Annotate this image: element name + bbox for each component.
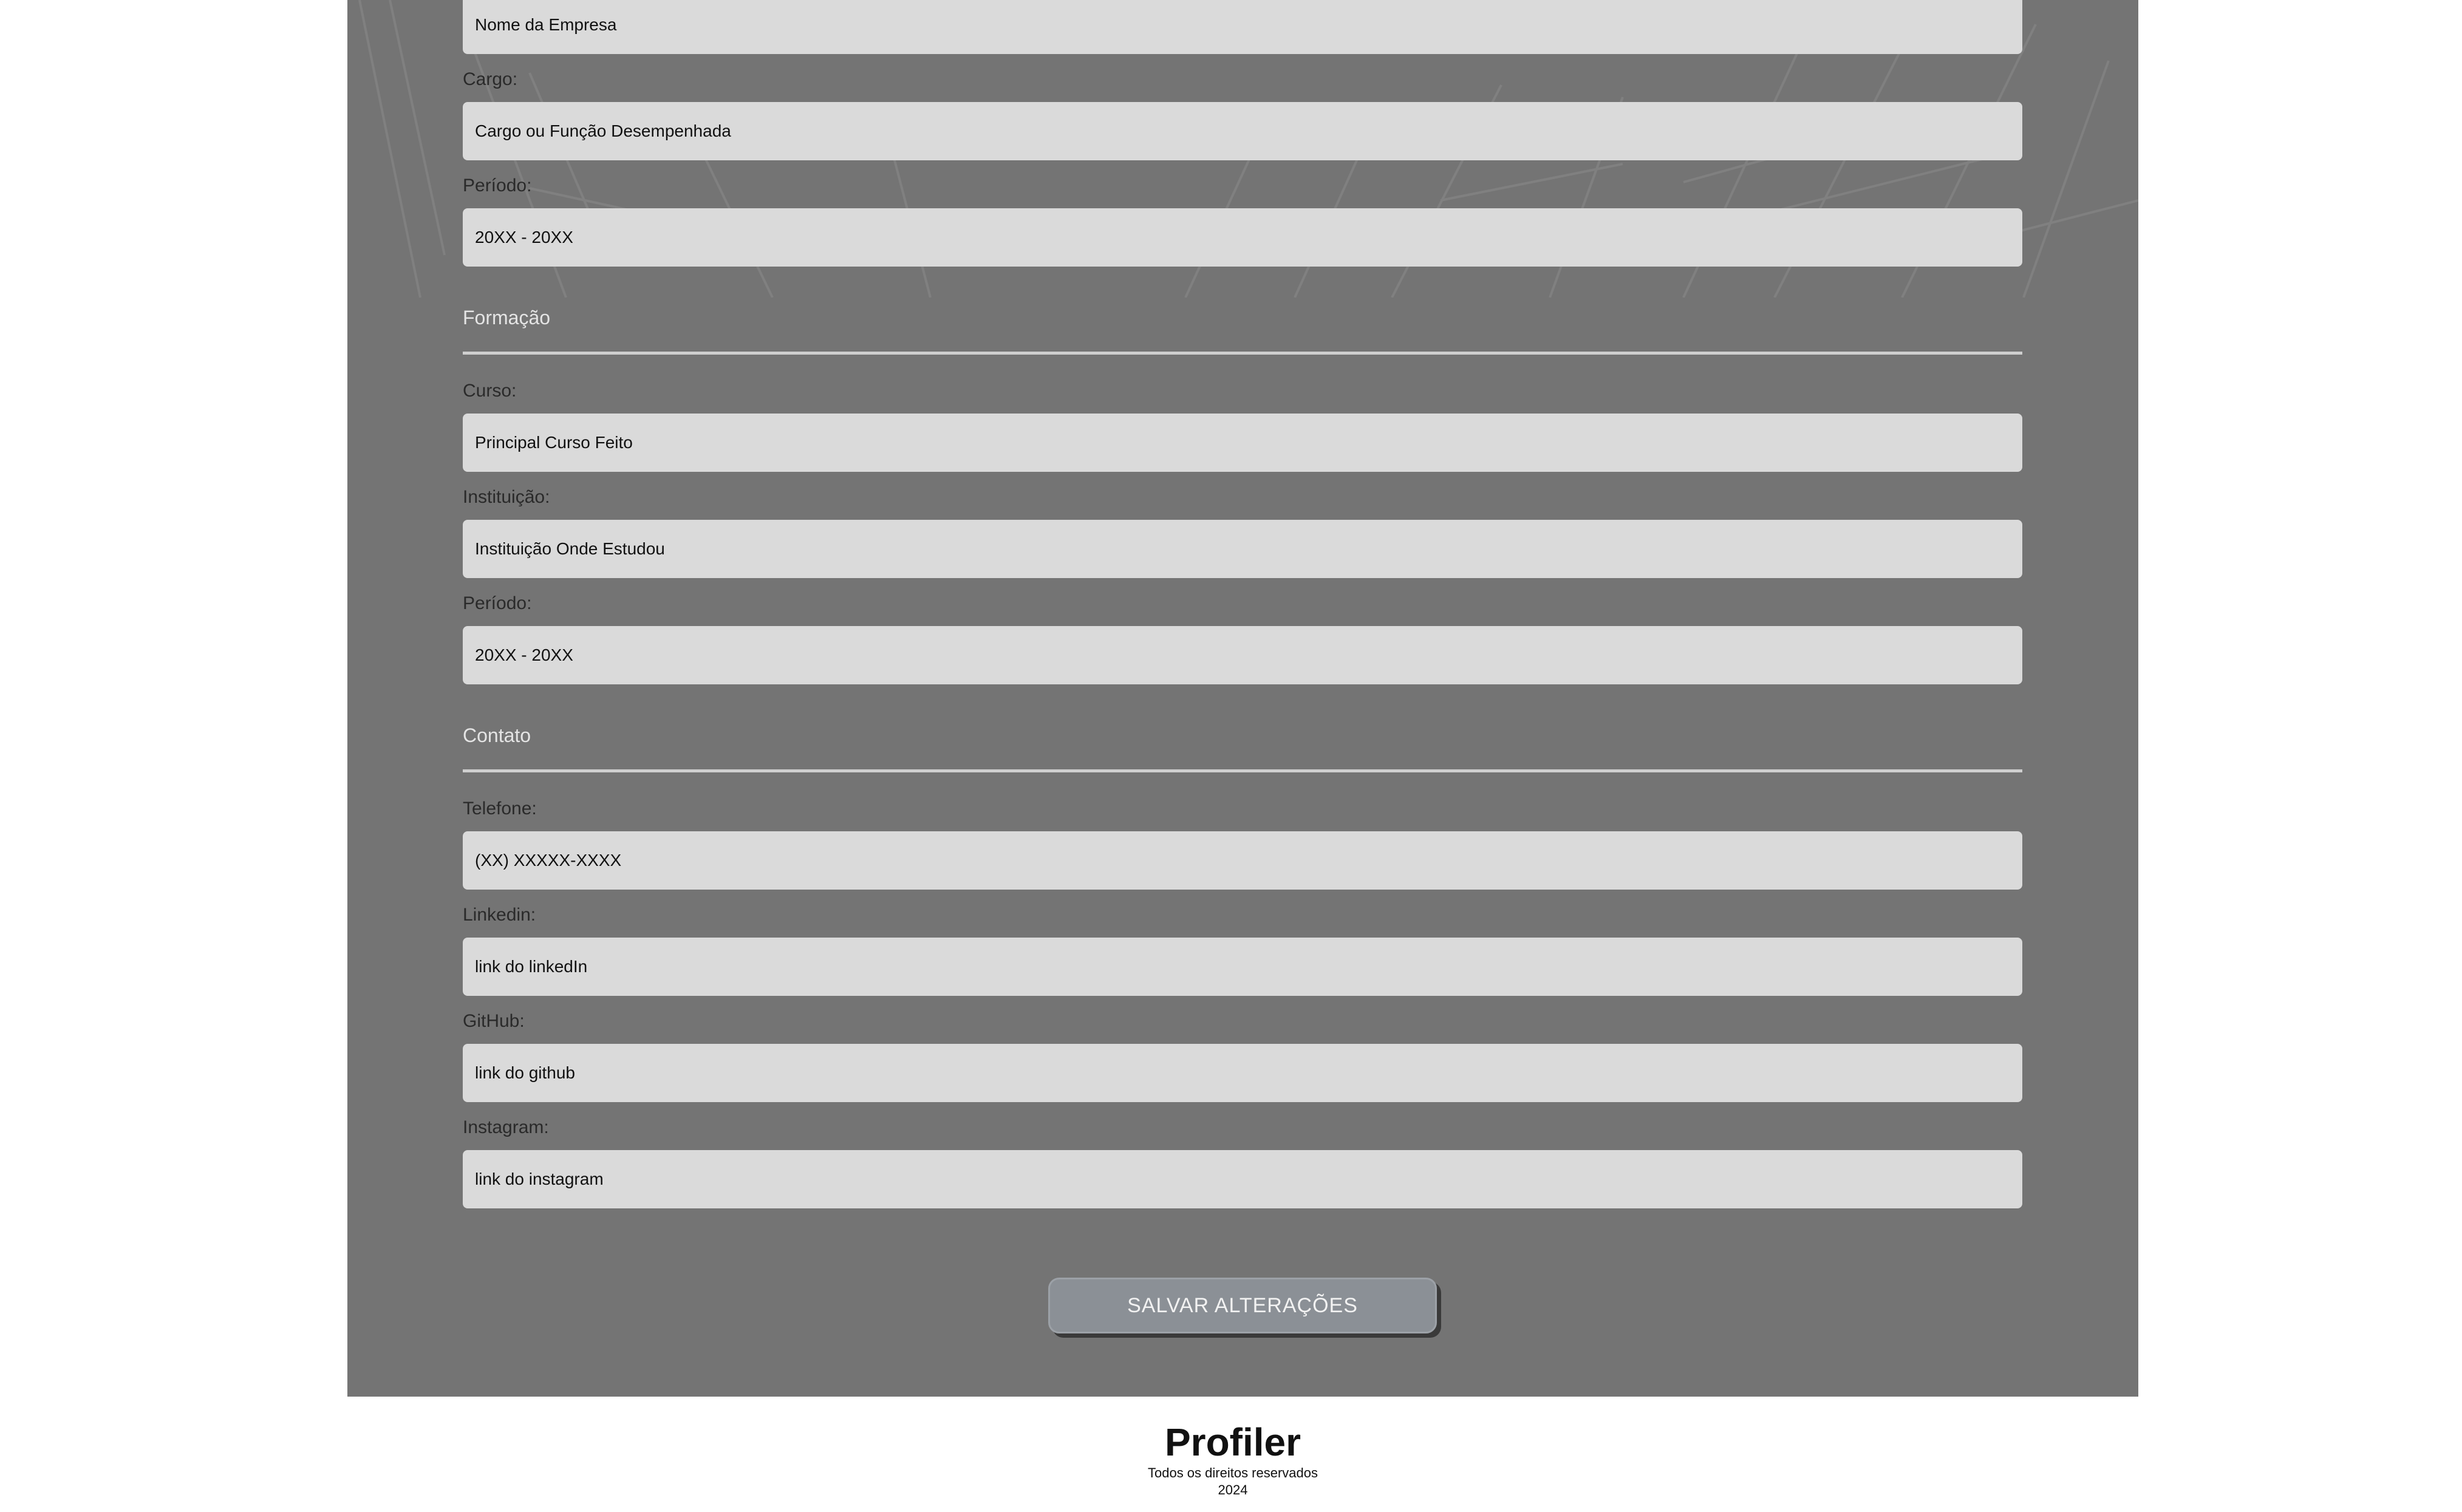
linkedin-input[interactable]: link do linkedIn — [463, 938, 2022, 996]
page: Nome da Empresa Cargo: Cargo ou Função D… — [0, 0, 2462, 1512]
contact-section-title: Contato — [463, 724, 531, 746]
instagram-input[interactable]: link do instagram — [463, 1150, 2022, 1208]
instagram-label: Instagram: — [463, 1117, 549, 1137]
education-period-input[interactable]: 20XX - 20XX — [463, 626, 2022, 684]
institution-input[interactable]: Instituição Onde Estudou — [463, 520, 2022, 578]
institution-label: Instituição: — [463, 487, 550, 507]
footer-brand: Profiler — [1164, 1420, 1301, 1464]
role-input[interactable]: Cargo ou Função Desempenhada — [463, 102, 2022, 160]
phone-label: Telefone: — [463, 799, 537, 819]
footer-year: 2024 — [1218, 1482, 1248, 1497]
linkedin-label: Linkedin: — [463, 905, 536, 925]
footer-rights: Todos os direitos reservados — [1147, 1465, 1318, 1480]
github-label: GitHub: — [463, 1011, 525, 1031]
experience-period-input[interactable]: 20XX - 20XX — [463, 208, 2022, 267]
education-period-label: Período: — [463, 593, 532, 613]
github-input[interactable]: link do github — [463, 1044, 2022, 1102]
education-divider — [463, 352, 2022, 355]
education-section-title: Formação — [463, 307, 551, 329]
profile-edit-panel: Nome da Empresa Cargo: Cargo ou Função D… — [347, 0, 2138, 1397]
experience-period-label: Período: — [463, 175, 532, 196]
course-input[interactable]: Principal Curso Feito — [463, 414, 2022, 472]
phone-input[interactable]: (XX) XXXXX-XXXX — [463, 831, 2022, 890]
role-label: Cargo: — [463, 69, 518, 89]
course-label: Curso: — [463, 381, 517, 401]
contact-divider — [463, 769, 2022, 772]
company-input[interactable]: Nome da Empresa — [463, 0, 2022, 54]
save-changes-button[interactable]: SALVAR ALTERAÇÕES — [1048, 1278, 1437, 1333]
footer: Profiler Todos os direitos reservados 20… — [1032, 1420, 1433, 1499]
